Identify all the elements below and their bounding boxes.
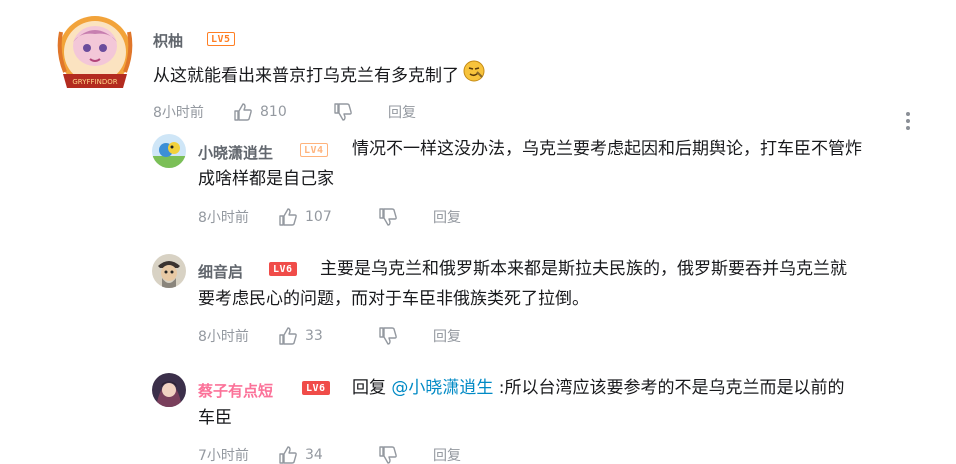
reply-prefix: 回复 [352, 378, 392, 398]
like-count: 33 [305, 328, 323, 344]
svg-text:GRYFFINDOR: GRYFFINDOR [72, 78, 117, 86]
reply-button[interactable]: 回复 [433, 207, 461, 227]
thumbs-up-icon [278, 326, 298, 346]
user-level-badge: LV5 [207, 32, 235, 46]
user-level-badge: LV6 [302, 381, 330, 395]
dislike-button[interactable] [378, 445, 433, 464]
reply-button[interactable]: 回复 [388, 102, 416, 122]
like-button[interactable]: 810 [233, 102, 333, 122]
user-avatar[interactable]: GRYFFINDOR [55, 12, 135, 102]
thumbs-down-icon [378, 326, 398, 346]
like-count: 107 [305, 209, 332, 225]
reply-avatar[interactable] [152, 254, 186, 288]
reply-content-line2: 车臣 [198, 408, 232, 428]
reply-content-line2: 成啥样都是自己家 [198, 169, 334, 189]
comment-time: 8小时前 [153, 105, 204, 121]
like-button[interactable]: 33 [278, 326, 378, 346]
dislike-button[interactable] [378, 207, 433, 227]
reply-time: 8小时前 [198, 210, 249, 226]
thumbs-down-icon [378, 207, 398, 227]
like-count: 810 [260, 104, 287, 120]
reply-meta: 7小时前 34 回复 [198, 444, 461, 464]
more-options-icon[interactable] [903, 112, 913, 130]
thumbs-down-icon [378, 445, 398, 464]
thumbs-up-icon [278, 207, 298, 227]
reply-content-line1: 回复 @小晓潇逍生 :所以台湾应该要参考的不是乌克兰而是以前的 [352, 373, 845, 403]
reply-time: 7小时前 [198, 448, 249, 464]
comment-content: 从这就能看出来普京打乌克兰有多克制了 [153, 60, 485, 92]
reply-avatar[interactable] [152, 134, 186, 168]
dislike-button[interactable] [333, 102, 388, 122]
thumbs-up-icon [233, 102, 253, 122]
like-button[interactable]: 34 [278, 445, 378, 464]
comment-username[interactable]: 枳柚 [153, 30, 183, 51]
thumbs-down-icon [333, 102, 353, 122]
like-button[interactable]: 107 [278, 207, 378, 227]
reply-meta: 8小时前 33 回复 [198, 325, 461, 347]
reply-content-line1: 情况不一样这没办法，乌克兰要考虑起因和后期舆论，打车臣不管炸 [352, 139, 862, 159]
reply-content-line1: 主要是乌克兰和俄罗斯本来都是斯拉夫民族的，俄罗斯要吞并乌克兰就 [320, 259, 847, 279]
user-level-badge: LV4 [300, 143, 328, 157]
like-count: 34 [305, 447, 323, 463]
reply-text: :所以台湾应该要参考的不是乌克兰而是以前的 [493, 378, 845, 398]
comment-meta: 8小时前 810 回复 [153, 101, 416, 123]
reply-username[interactable]: 蔡子有点短 [198, 380, 273, 401]
doge-emoji-icon [463, 60, 485, 92]
comment-text: 从这就能看出来普京打乌克兰有多克制了 [153, 66, 459, 86]
reply-button[interactable]: 回复 [433, 326, 461, 346]
reply-meta: 8小时前 107 回复 [198, 206, 461, 228]
reply-content-line2: 要考虑民心的问题，而对于车臣非俄族类死了拉倒。 [198, 289, 589, 309]
reply-username[interactable]: 小晓潇逍生 [198, 142, 273, 163]
reply-username[interactable]: 细音启 [198, 261, 243, 282]
reply-avatar[interactable] [152, 373, 186, 407]
mention-link[interactable]: @小晓潇逍生 [391, 378, 493, 398]
reply-time: 8小时前 [198, 329, 249, 345]
dislike-button[interactable] [378, 326, 433, 346]
user-level-badge: LV6 [269, 262, 297, 276]
thumbs-up-icon [278, 445, 298, 464]
reply-button[interactable]: 回复 [433, 445, 461, 464]
